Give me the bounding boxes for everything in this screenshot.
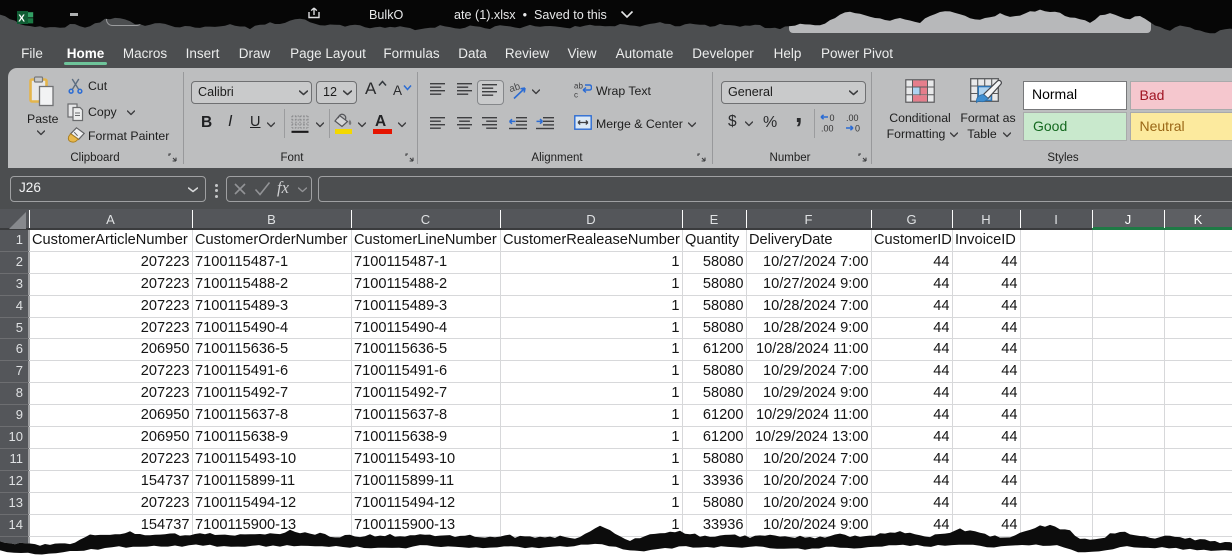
svg-text:X: X <box>18 14 25 25</box>
